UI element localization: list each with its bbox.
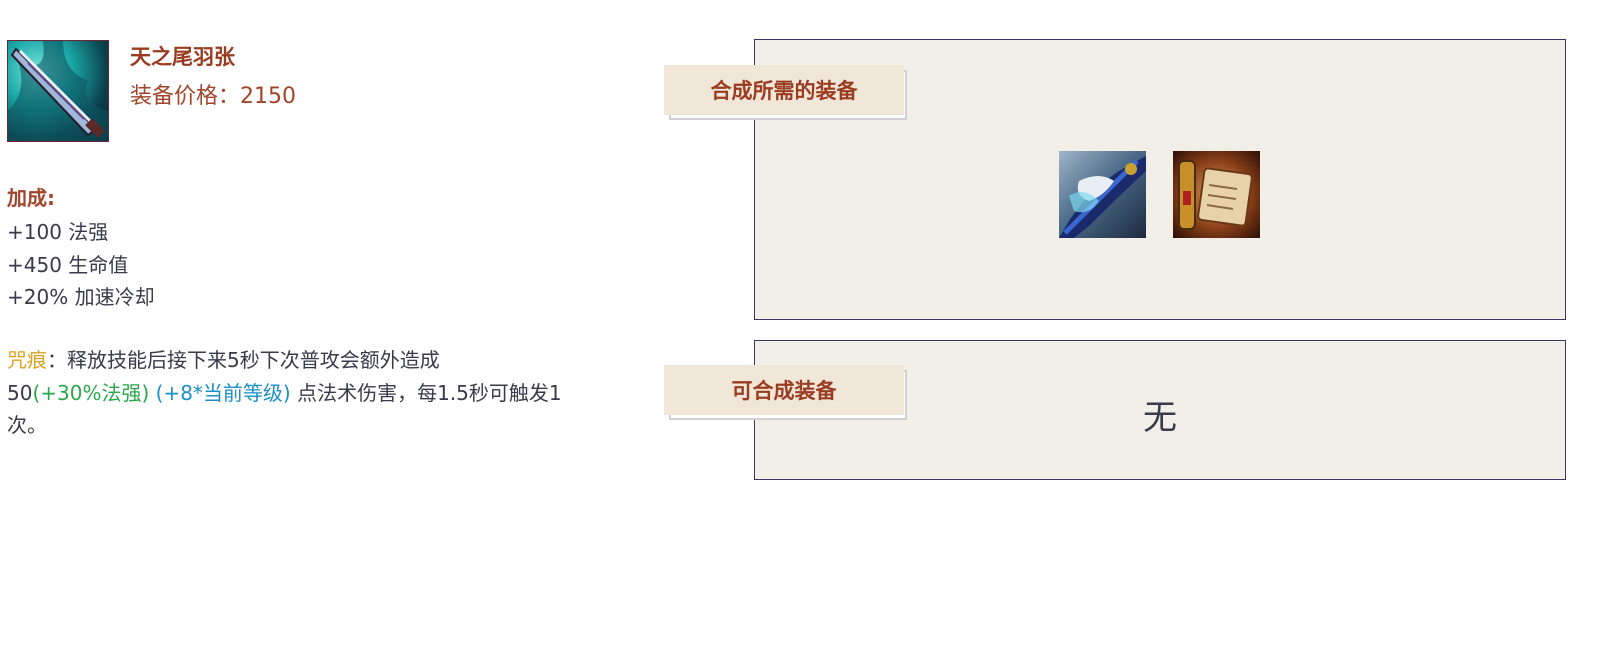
item-price: 装备价格：2150 [130,78,296,110]
craftable-items-label: 可合成装备 [664,365,904,415]
price-value: 2150 [240,84,297,109]
scroll-icon[interactable] [1173,151,1260,238]
passive-base-damage: 50 [7,380,33,405]
craftable-items-tag: 可合成装备 [664,365,907,420]
stat-list: +100 法强 +450 生命值 +20% 加速冷却 [7,216,155,314]
frost-blade-icon[interactable] [1059,151,1146,238]
stat-cooldown: +20% 加速冷却 [7,285,155,309]
required-items-label: 合成所需的装备 [664,65,904,115]
item-name: 天之尾羽张 [130,45,235,69]
passive-text-a: ：释放技能后接下来5秒下次普攻会额外造成 [47,348,440,372]
sword-icon [7,40,109,142]
craftable-empty-text: 无 [1143,398,1177,438]
passive-level-scaling: (+8*当前等级) [155,380,291,405]
passive-name: 咒痕 [7,348,47,372]
required-items-tag: 合成所需的装备 [664,65,907,120]
bonus-title: 加成: [7,186,55,210]
passive-description: 咒痕：释放技能后接下来5秒下次普攻会额外造成 50(+30%法强) (+8*当前等… [7,344,567,442]
stat-hp: +450 生命值 [7,252,129,277]
price-label: 装备价格： [130,84,241,109]
item-detail-page: 天之尾羽张 装备价格：2150 加成: +100 法强 +450 生命值 +20… [0,0,1600,650]
stat-magic-power: +100 法强 [7,220,109,244]
passive-ap-scaling: (+30%法强) [32,380,150,405]
